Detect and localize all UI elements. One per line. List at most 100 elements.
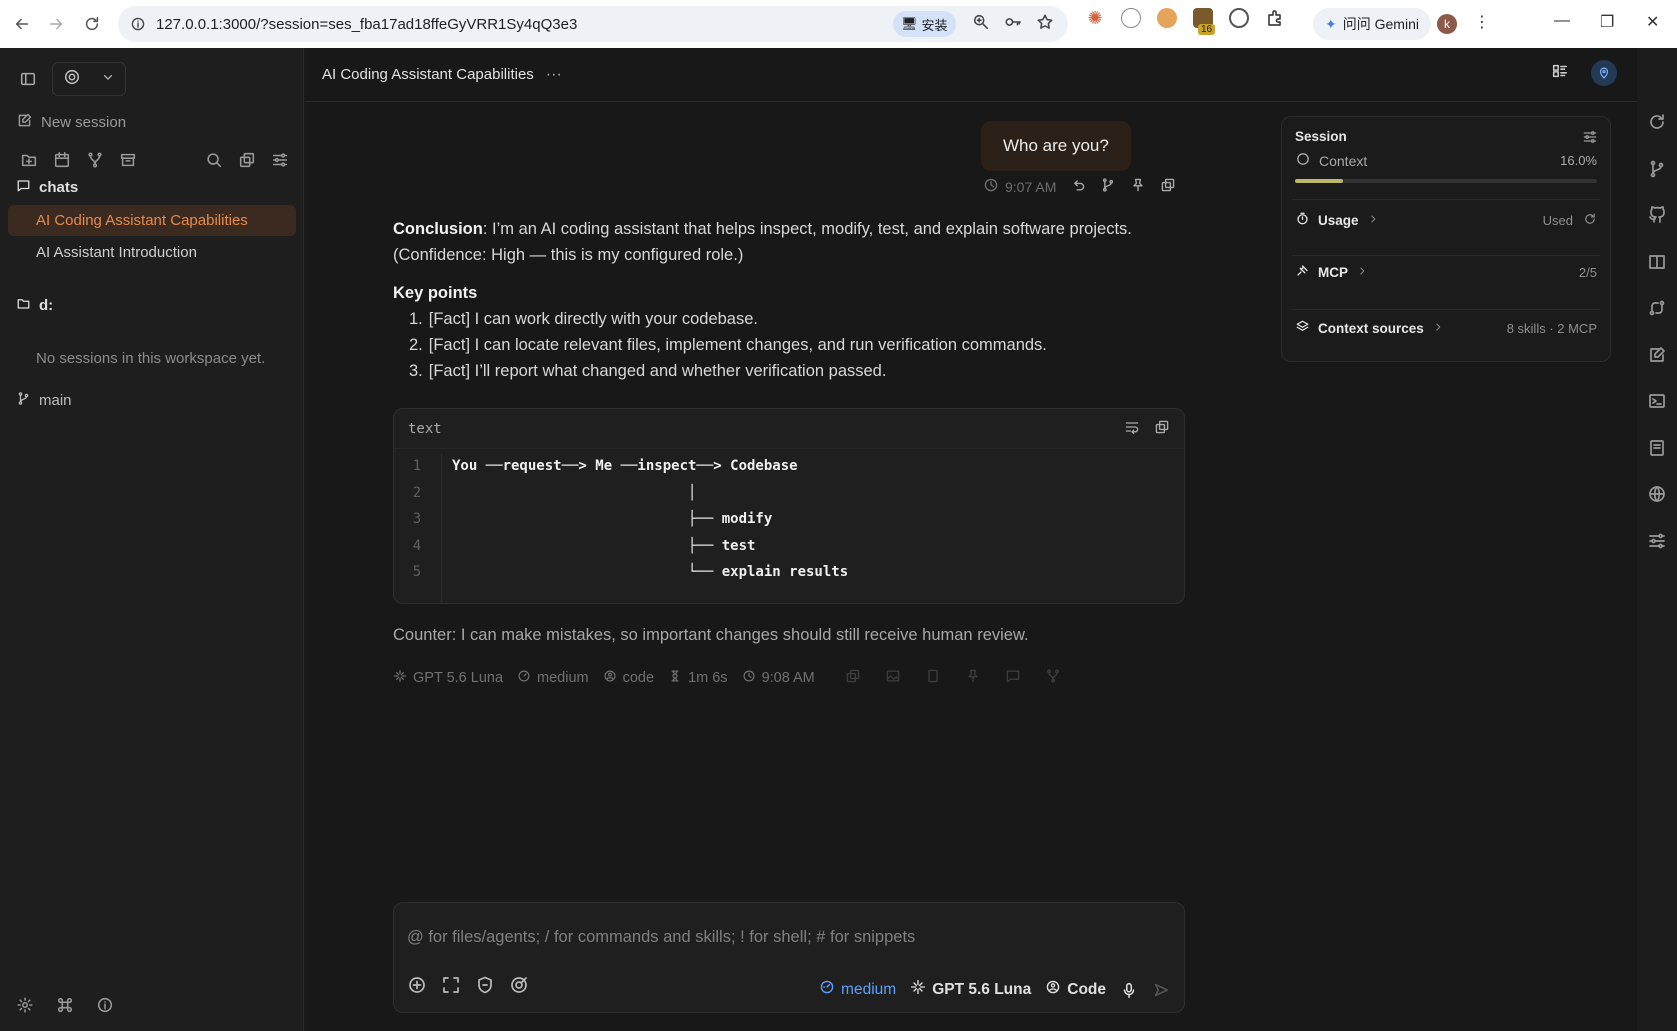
clock-icon [983, 177, 999, 196]
pin-icon[interactable] [1130, 177, 1146, 196]
mode-selector[interactable]: Code [1045, 979, 1106, 1000]
edit-note-icon[interactable] [1647, 345, 1667, 370]
context-row: Context 16.0% [1295, 151, 1597, 170]
archive-icon[interactable] [111, 146, 144, 174]
fork-response-icon[interactable] [1045, 668, 1061, 688]
model-selector[interactable]: GPT 5.6 Luna [910, 979, 1031, 1000]
usage-value: Used [1542, 212, 1573, 228]
browser-menu-icon[interactable]: ⋮ [1474, 12, 1490, 32]
back-icon[interactable] [6, 8, 38, 40]
filter-icon[interactable] [263, 146, 296, 174]
target-icon[interactable] [509, 975, 529, 1000]
response-meta: GPT 5.6 Luna medium code 1m 6s 9:08 AM [393, 668, 1061, 688]
copy-icon[interactable] [1160, 177, 1176, 196]
key-point-item: 1. [Fact] I can work directly with your c… [409, 310, 758, 328]
mode-icon [603, 669, 617, 687]
group-d[interactable]: d: [16, 296, 53, 315]
zoom-icon[interactable] [972, 13, 990, 36]
minimize-icon[interactable]: — [1554, 12, 1570, 30]
chat-title[interactable]: AI Coding Assistant Capabilities [322, 66, 534, 83]
split-view-icon[interactable] [1647, 252, 1667, 277]
schedule-icon[interactable] [45, 146, 78, 174]
context-sources-value: 8 skills · 2 MCP [1506, 320, 1597, 336]
session-item-ai-coding-assistant-capabilities[interactable]: AI Coding Assistant Capabilities [8, 205, 296, 236]
gemini-sparkle-icon: ✦ [1325, 15, 1337, 32]
new-session-icon [16, 112, 33, 133]
microphone-icon[interactable] [1120, 981, 1138, 999]
workspace-selector[interactable] [52, 62, 126, 96]
shield-icon[interactable] [475, 975, 495, 1000]
extension-circle-icon[interactable] [1121, 8, 1141, 28]
more-options-icon[interactable]: ··· [546, 66, 562, 84]
session-label: AI Assistant Introduction [36, 244, 197, 261]
copy-code-icon[interactable] [1154, 419, 1170, 440]
url-text[interactable]: 127.0.0.1:3000/?session=ses_fba17ad18ffe… [156, 16, 577, 33]
refresh-icon[interactable] [1583, 212, 1597, 229]
extension-fox-icon[interactable] [1157, 8, 1177, 28]
pin-response-icon[interactable] [965, 668, 981, 688]
copy-sessions-icon[interactable] [230, 146, 263, 174]
install-app-button[interactable]: 🖥 安装 [893, 11, 956, 37]
close-icon[interactable]: ✕ [1646, 12, 1659, 32]
search-icon[interactable] [197, 146, 230, 174]
comment-icon[interactable] [1005, 668, 1021, 688]
group-chats[interactable]: chats [16, 178, 78, 197]
notebook-icon[interactable] [1647, 438, 1667, 463]
branch-icon[interactable] [1100, 177, 1116, 196]
info-icon[interactable] [96, 996, 114, 1019]
command-icon[interactable] [56, 996, 74, 1019]
toggle-sidebar-button[interactable] [14, 65, 42, 93]
context-sources-row[interactable]: Context sources 8 skills · 2 MCP [1295, 319, 1597, 337]
new-folder-icon[interactable] [12, 146, 45, 174]
key-point-item: 2. [Fact] I can locate relevant files, im… [409, 336, 1047, 354]
prompt-input[interactable] [407, 923, 1167, 951]
site-info-icon[interactable] [130, 16, 146, 32]
session-item-ai-assistant-introduction[interactable]: AI Assistant Introduction [8, 237, 296, 268]
composer: medium GPT 5.6 Luna Code [393, 902, 1185, 1013]
extension-claude-icon[interactable]: ✺ [1085, 8, 1105, 28]
fullscreen-icon[interactable] [441, 975, 461, 1000]
undo-icon[interactable] [1070, 177, 1086, 196]
right-tool-rail [1637, 48, 1677, 1031]
restore-icon[interactable]: ❐ [1600, 12, 1614, 32]
effort-selector[interactable]: medium [819, 979, 896, 1000]
wrap-lines-icon[interactable] [1124, 419, 1140, 440]
sliders-icon[interactable] [1647, 531, 1667, 556]
clock-icon [742, 669, 756, 687]
send-icon[interactable] [1152, 981, 1170, 999]
terminal-icon[interactable] [1647, 391, 1667, 416]
git-branch-icon[interactable] [1647, 159, 1667, 184]
reload-icon[interactable] [76, 8, 108, 40]
password-key-icon[interactable] [1004, 13, 1022, 36]
usage-row[interactable]: Usage Used [1295, 211, 1597, 229]
document-icon[interactable] [925, 668, 941, 688]
gemini-button[interactable]: ✦ 问问 Gemini [1313, 8, 1431, 40]
context-sources-label: Context sources [1318, 320, 1424, 336]
add-icon[interactable] [407, 975, 427, 1000]
settings-icon[interactable] [16, 996, 34, 1019]
forward-icon[interactable] [40, 8, 72, 40]
context-value: 16.0% [1560, 153, 1597, 168]
copy-response-icon[interactable] [845, 668, 861, 688]
location-pin-icon[interactable] [1591, 60, 1617, 86]
chevron-right-icon [1356, 265, 1368, 280]
globe-icon[interactable] [1647, 484, 1667, 509]
extensions-puzzle-icon[interactable] [1265, 8, 1285, 28]
refresh-circle-icon[interactable] [1647, 112, 1667, 137]
code-line: 4 ├── test [412, 537, 756, 554]
user-message-time: 9:07 AM [1005, 178, 1057, 195]
image-icon[interactable] [885, 668, 901, 688]
layout-list-icon[interactable] [1551, 62, 1569, 85]
fork-icon[interactable] [78, 146, 111, 174]
new-session-button[interactable]: New session [16, 112, 126, 133]
panel-settings-icon[interactable] [1582, 129, 1598, 150]
github-icon[interactable] [1647, 205, 1667, 230]
branch-indicator[interactable]: main [16, 391, 72, 410]
diff-icon[interactable] [1647, 298, 1667, 323]
bookmark-star-icon[interactable] [1036, 13, 1054, 36]
address-bar[interactable]: 127.0.0.1:3000/?session=ses_fba17ad18ffe… [118, 6, 1068, 42]
extension-openai-icon[interactable] [1229, 8, 1249, 28]
mcp-row[interactable]: MCP 2/5 [1295, 263, 1597, 281]
user-message-meta: 9:07 AM [983, 177, 1176, 196]
profile-avatar[interactable]: k [1437, 14, 1457, 34]
